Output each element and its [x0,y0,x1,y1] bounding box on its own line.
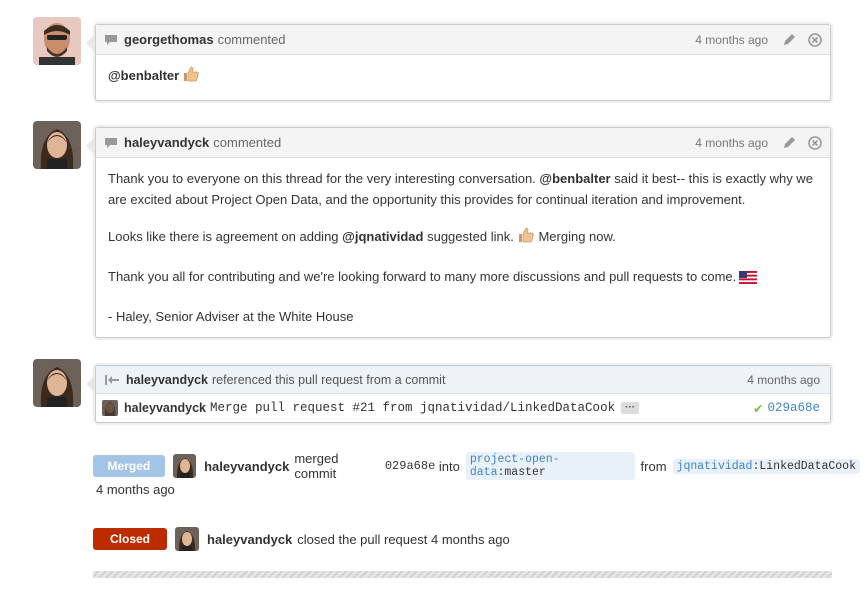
comment-author[interactable]: haleyvandyck [124,135,209,150]
reference-arrow-icon [104,374,120,386]
comment-haleyvandyck: haleyvandyck commented 4 months ago Than… [86,127,831,338]
avatar-small[interactable] [175,527,199,551]
mention-link[interactable]: @jqnatividad [342,229,423,244]
avatar-haleyvandyck[interactable] [33,121,81,169]
avatar-georgethomas[interactable] [33,17,81,65]
merged-timestamp[interactable]: 4 months ago [93,482,866,497]
avatar-haleyvandyck[interactable] [33,359,81,407]
comment-arrow [86,34,95,52]
mention-link[interactable]: @benbalter [539,171,610,186]
us-flag-icon [739,269,758,290]
closed-event: Closed haleyvandyck closed the pull requ… [93,527,510,551]
reference-author[interactable]: haleyvandyck [126,373,208,387]
event-author[interactable]: haleyvandyck [204,459,289,474]
comment-arrow [86,137,95,155]
closed-badge: Closed [93,528,167,550]
pencil-icon[interactable] [782,136,796,150]
avatar-small[interactable] [172,454,197,478]
text-segment: Thank you all for contributing and we're… [108,269,737,284]
check-icon: ✔ [753,401,764,416]
comment-action: commented [217,32,286,47]
comment-timestamp[interactable]: 4 months ago [695,136,768,150]
thumbs-up-icon [517,226,535,250]
expand-commit-button[interactable]: ··· [621,402,640,414]
reference-timestamp[interactable]: 4 months ago [747,373,820,387]
base-branch: :master [497,466,546,479]
comment-paragraph: - Haley, Senior Adviser at the White Hou… [108,306,818,327]
reference-header: haleyvandyck referenced this pull reques… [96,366,830,394]
comment-bubble-icon [104,34,118,46]
comment-georgethomas: georgethomas commented 4 months ago @ben… [86,24,831,101]
avatar-small[interactable] [102,400,118,416]
comment-bubble-icon [104,137,118,149]
thumbs-up-icon [182,65,200,89]
reference-text: referenced this pull request from a comm… [212,372,446,387]
head-branch: :LinkedDataCook [752,459,856,473]
commit-reference: haleyvandyck referenced this pull reques… [86,365,831,423]
commit-author[interactable]: haleyvandyck [124,401,206,415]
from-label: from [640,458,667,474]
text-segment: suggested link. [427,229,514,244]
comment-paragraph: Looks like there is agreement on adding … [108,226,818,250]
pencil-icon[interactable] [782,33,796,47]
merged-commit-sha[interactable]: 029a68e [385,459,435,473]
event-text: merged commit [294,451,339,481]
head-repo: jqnatividad [676,459,753,473]
into-label: into [438,458,460,474]
commit-message[interactable]: Merge pull request #21 from jqnatividad/… [210,401,615,415]
text-segment: Merging now. [538,229,616,244]
merged-badge: Merged [93,455,165,477]
close-icon[interactable] [808,32,822,47]
comment-arrow [86,375,95,393]
comment-action: commented [213,135,282,150]
head-branch-label[interactable]: jqnatividad:LinkedDataCook [672,458,860,474]
comment-paragraph: Thank you to everyone on this thread for… [108,168,818,210]
mention-link[interactable]: @benbalter [108,68,179,83]
merged-event: Merged haleyvandyck merged commit 029a68… [93,451,866,497]
text-segment: Looks like there is agreement on adding [108,229,339,244]
commit-row: haleyvandyck Merge pull request #21 from… [96,394,830,422]
close-icon[interactable] [808,135,822,150]
timeline-end-divider [93,571,832,578]
event-text: closed the pull request 4 months ago [297,531,510,547]
text-segment: - Haley, Senior Adviser at the White Hou… [108,309,354,324]
text-segment: Thank you to everyone on this thread for… [108,171,536,186]
comment-body: @benbalter [96,55,830,100]
comment-header: georgethomas commented 4 months ago [96,25,830,55]
comment-body: Thank you to everyone on this thread for… [96,158,830,337]
event-author[interactable]: haleyvandyck [207,532,292,547]
comment-timestamp[interactable]: 4 months ago [695,33,768,47]
commit-sha-link[interactable]: 029a68e [767,401,820,415]
comment-header: haleyvandyck commented 4 months ago [96,128,830,158]
comment-paragraph: Thank you all for contributing and we're… [108,266,818,290]
base-branch-label[interactable]: project-open-data:master [465,452,635,480]
comment-author[interactable]: georgethomas [124,32,214,47]
